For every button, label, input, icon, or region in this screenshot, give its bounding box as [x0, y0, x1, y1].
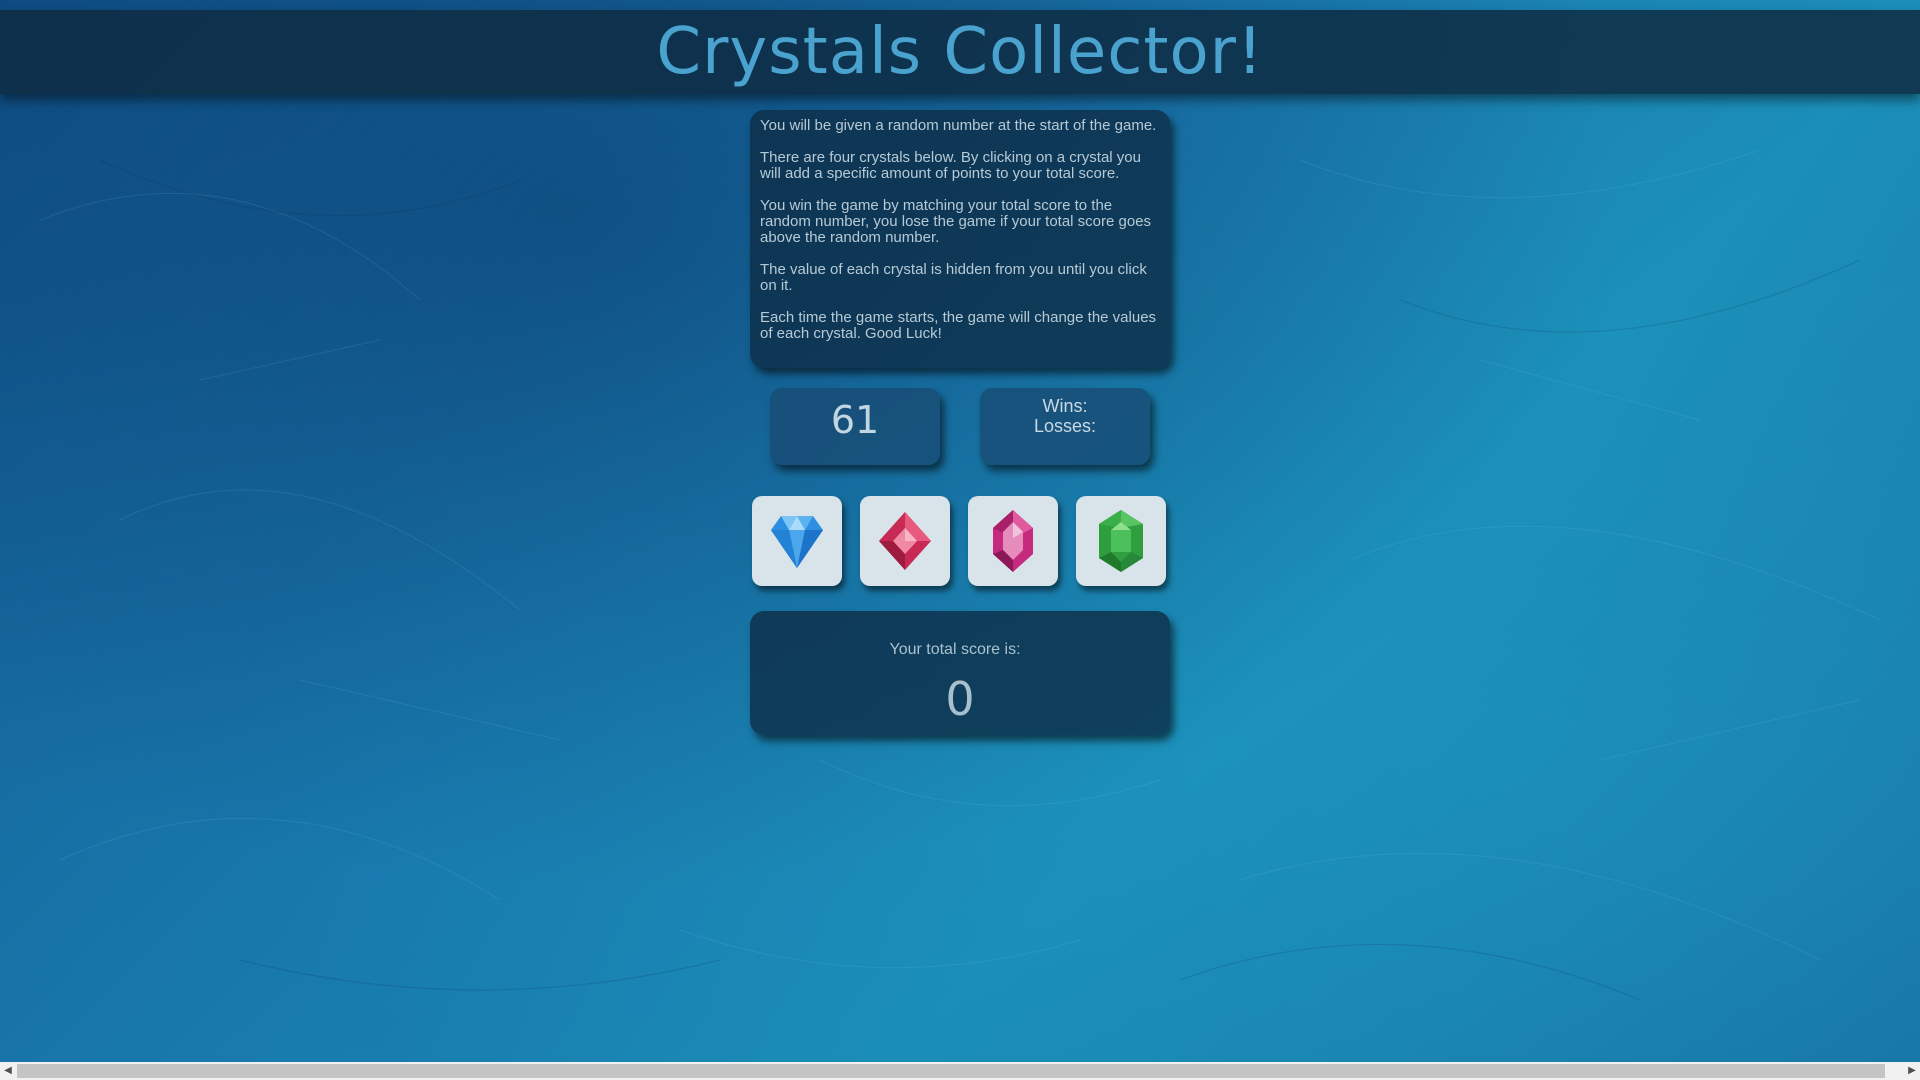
instruction-text: You win the game by matching your total … — [760, 197, 1152, 246]
crystal-row — [752, 496, 1168, 586]
crystal-button-blue[interactable] — [752, 496, 842, 586]
instruction-text: There are four crystals below. By clicki… — [760, 149, 1141, 182]
crystal-button-green[interactable] — [1076, 496, 1166, 586]
scrollbar-thumb[interactable] — [17, 1064, 1885, 1078]
random-number: 61 — [830, 398, 880, 442]
header-bar: Crystals Collector! — [0, 10, 1920, 94]
random-number-box: 61 — [770, 388, 940, 465]
total-score: 0 — [945, 672, 975, 726]
horizontal-scrollbar[interactable]: ◀ ▶ — [0, 1062, 1920, 1080]
crystal-button-red[interactable] — [860, 496, 950, 586]
page-title: Crystals Collector! — [656, 15, 1264, 89]
instruction-text: Each time the game starts, the game will… — [760, 309, 1157, 342]
instruction-text: You will be given a random number at the… — [760, 117, 1157, 134]
score-label: Your total score is: — [889, 641, 1021, 658]
crystal-button-pink[interactable] — [968, 496, 1058, 586]
score-panel: Your total score is: 0 — [750, 611, 1170, 735]
instructions-panel: You will be given a random number at the… — [750, 110, 1170, 368]
red-crystal-icon — [879, 512, 931, 570]
losses-label: Losses: — [1033, 416, 1097, 436]
instruction-text: The value of each crystal is hidden from… — [760, 261, 1147, 294]
green-emerald-icon — [1099, 510, 1143, 572]
blue-diamond-icon — [771, 516, 823, 568]
scroll-right-arrow-icon[interactable]: ▶ — [1904, 1062, 1920, 1080]
win-loss-box: Wins: Losses: — [980, 388, 1150, 465]
scroll-left-arrow-icon[interactable]: ◀ — [0, 1062, 16, 1080]
wins-label: Wins: — [1042, 396, 1088, 416]
pink-crystal-icon — [993, 510, 1033, 572]
